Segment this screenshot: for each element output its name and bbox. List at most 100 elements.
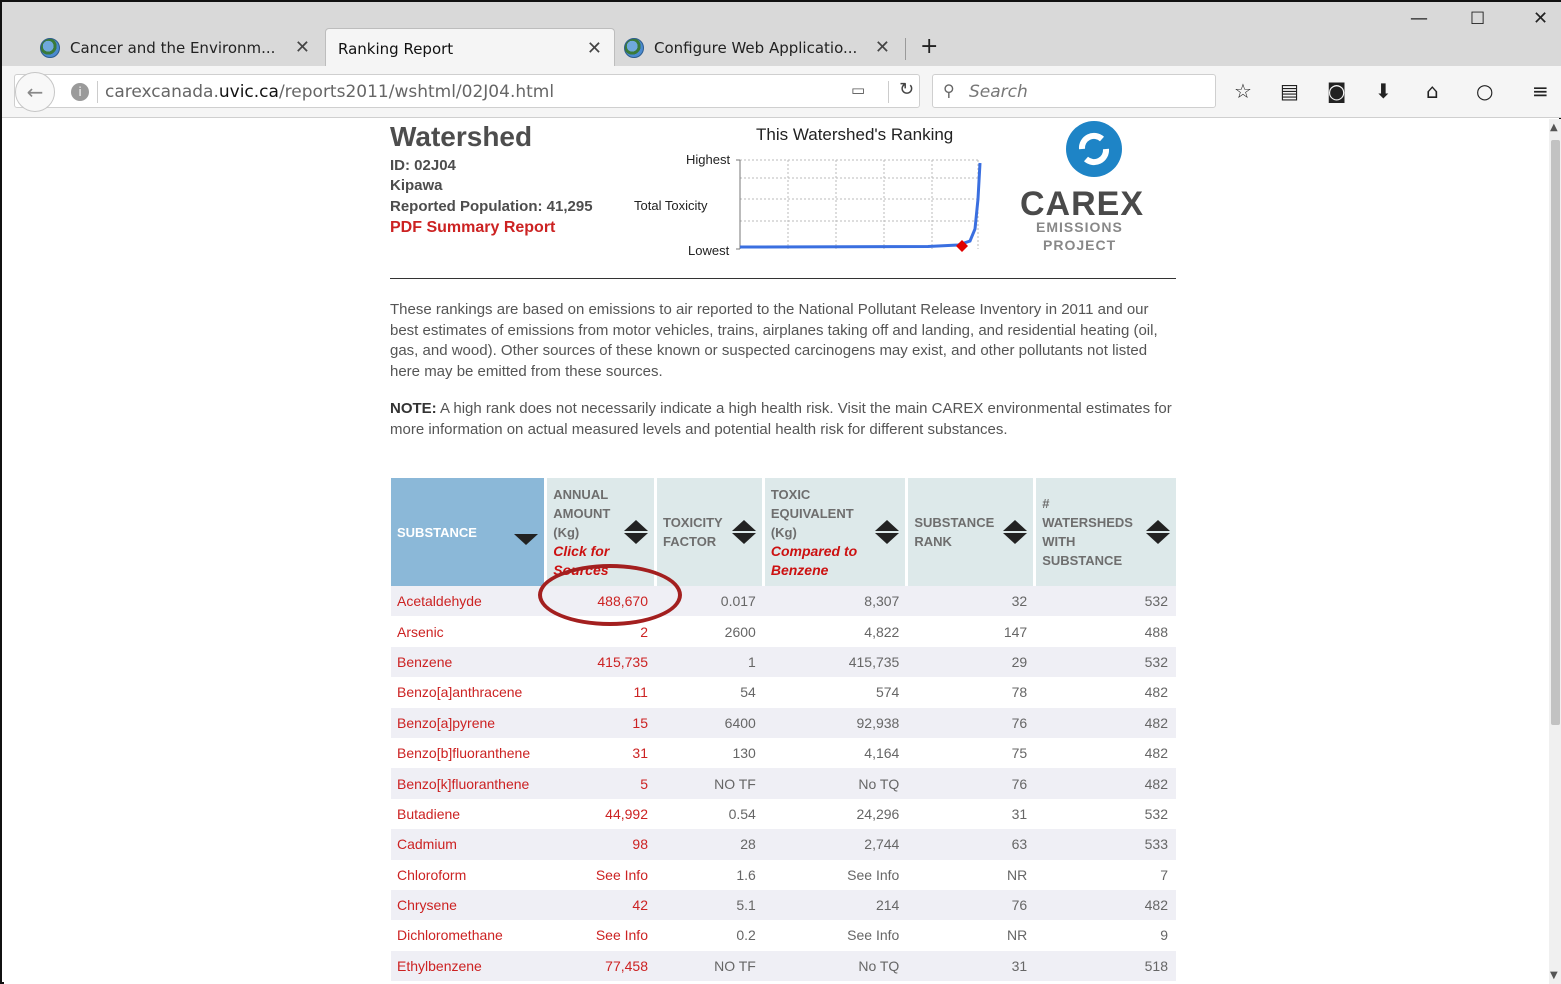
bookmarks-library-icon[interactable]: ▤ (1280, 79, 1299, 103)
site-info-icon[interactable]: i (71, 83, 89, 101)
substance-rank-cell: NR (1006, 927, 1028, 944)
reload-icon[interactable]: ↻ (899, 79, 914, 100)
ranking-plot (736, 159, 982, 252)
substance-link[interactable]: Benzo[a]pyrene (391, 707, 546, 738)
toxicity-factor-cell: 1 (655, 646, 764, 678)
sort-toggle-icon[interactable] (1003, 520, 1028, 544)
tab-title: Ranking Report (338, 39, 454, 58)
tab-ranking-report[interactable]: Ranking Report ✕ (325, 28, 615, 68)
intro-paragraph: These rankings are based on emissions to… (390, 301, 1158, 380)
col-toxicity-factor[interactable]: TOXICITY FACTOR (655, 478, 765, 586)
carex-emblem-icon (1066, 121, 1122, 177)
toxic-equivalent-cell: 2,744 (763, 829, 907, 860)
annual-amount-link[interactable]: 98 (545, 829, 656, 860)
substance-link[interactable]: Benzo[a]anthracene (391, 677, 546, 707)
substance-rank-cell: 76 (906, 768, 1035, 799)
watersheds-count-cell: 482 (1144, 684, 1168, 701)
annual-amount-link[interactable]: See Info (546, 860, 656, 890)
table-row: Benzo[a]anthracene 11 54 574 78 482 (391, 677, 1176, 707)
search-bar[interactable]: ⚲ Search (932, 74, 1216, 108)
sort-toggle-icon[interactable] (731, 520, 756, 544)
plot-grid (740, 159, 979, 249)
toxic-equivalent-cell: 24,296 (856, 805, 900, 822)
annual-amount-link[interactable]: 15 (545, 707, 656, 738)
address-bar[interactable]: ← i carexcanada.uvic.ca/reports2011/wsht… (14, 72, 920, 112)
substance-link[interactable]: Cadmium (391, 829, 546, 860)
downloads-icon[interactable]: ⬇ (1375, 79, 1392, 103)
sort-toggle-icon[interactable] (623, 520, 648, 544)
annual-amount-link[interactable]: 5 (545, 768, 656, 799)
globe-icon (40, 38, 60, 58)
substance-link[interactable]: Benzene (391, 646, 546, 678)
tab-cancer-environment[interactable]: Cancer and the Environm... ✕ (40, 28, 322, 68)
substance-rank-cell: 76 (906, 707, 1035, 738)
window-close-icon[interactable]: ✕ (1533, 8, 1548, 29)
substance-link[interactable]: Chrysene (391, 889, 546, 921)
click-for-sources-link[interactable]: Click for Sources (553, 542, 620, 580)
sort-toggle-icon[interactable] (1145, 520, 1170, 544)
home-icon[interactable]: ⌂ (1426, 79, 1439, 103)
toxic-equivalent-cell: 4,822 (864, 623, 900, 640)
annual-amount-link[interactable]: 415,735 (545, 646, 656, 678)
substance-link[interactable]: Arsenic (391, 616, 546, 646)
menu-icon[interactable]: ≡ (1532, 79, 1549, 103)
table-row: Benzene 415,735 1 415,735 29 532 (391, 646, 1176, 678)
substance-link[interactable]: Acetaldehyde (391, 586, 546, 617)
url-domain: uvic.ca (218, 82, 279, 102)
substance-rank-cell: NR (1006, 866, 1028, 883)
substance-rank-cell: 63 (906, 829, 1035, 860)
new-tab-icon[interactable]: + (920, 34, 938, 59)
annual-amount-link[interactable]: See Info (546, 920, 656, 950)
col-annual-amount[interactable]: ANNUAL AMOUNT (Kg) Click for Sources (545, 478, 657, 586)
table-row: Benzo[a]pyrene 15 6400 92,938 76 482 (391, 707, 1176, 738)
maximize-icon[interactable]: ☐ (1470, 9, 1485, 29)
col-rank-label: SUBSTANCE RANK (914, 515, 995, 549)
toxic-equivalent-cell: See Info (847, 866, 900, 883)
scroll-up-arrow-icon[interactable]: ▲ (1550, 122, 1558, 133)
substance-link[interactable]: Benzo[k]fluoranthene (391, 768, 546, 799)
substance-link[interactable]: Chloroform (391, 860, 546, 890)
sort-toggle-icon[interactable] (875, 520, 900, 544)
col-watersheds-label: # WATERSHEDS WITH SUBSTANCE (1042, 496, 1133, 568)
substance-rank-cell: 78 (1011, 684, 1028, 701)
col-toxic-equivalent[interactable]: TOXIC EQUIVALENT (Kg) Compared to Benzene (763, 478, 909, 586)
annual-amount-link[interactable]: 488,670 (545, 586, 656, 617)
annual-amount-link[interactable]: 11 (546, 677, 656, 707)
table-row: Arsenic 2 2600 4,822 147 488 (391, 616, 1176, 646)
close-tab-icon[interactable]: ✕ (875, 37, 890, 58)
search-icon: ⚲ (943, 81, 955, 100)
annual-amount-link[interactable]: 44,992 (546, 799, 656, 829)
tab-configure-web-app[interactable]: Configure Web Applicatio... ✕ (624, 28, 902, 68)
pocket-icon[interactable]: ◙ (1327, 79, 1346, 103)
substance-link[interactable]: Dichloromethane (391, 920, 546, 950)
col-substance[interactable]: SUBSTANCE (391, 478, 548, 586)
annual-amount-link[interactable]: 2 (546, 616, 656, 646)
sort-desc-icon[interactable] (514, 533, 539, 545)
close-tab-icon[interactable]: ✕ (295, 37, 310, 58)
population-label: Reported Population: 41,295 (390, 198, 593, 215)
substance-link[interactable]: Benzo[b]fluoranthene (391, 738, 546, 768)
col-watersheds[interactable]: # WATERSHEDS WITH SUBSTANCE (1034, 478, 1176, 586)
substance-link[interactable]: Ethylbenzene (391, 950, 546, 982)
back-arrow-icon[interactable]: ← (15, 72, 55, 112)
close-tab-icon[interactable]: ✕ (587, 38, 602, 59)
bookmark-star-icon[interactable]: ☆ (1234, 79, 1252, 103)
col-amount-label: ANNUAL AMOUNT (Kg) (553, 486, 611, 540)
url-divider (97, 81, 98, 103)
annual-amount-link[interactable]: 77,458 (545, 950, 656, 982)
minimize-icon[interactable]: — (1410, 8, 1428, 29)
compared-to-benzene-label: Compared to Benzene (770, 542, 858, 578)
annual-amount-link[interactable]: 42 (545, 889, 656, 921)
annual-amount-link[interactable]: 31 (546, 738, 656, 768)
col-substance-rank[interactable]: SUBSTANCE RANK (906, 478, 1037, 586)
substance-link[interactable]: Butadiene (391, 799, 546, 829)
reader-view-icon[interactable]: ▭ (851, 81, 865, 99)
pdf-summary-link[interactable]: PDF Summary Report (390, 219, 555, 237)
chat-icon[interactable]: ○ (1476, 79, 1493, 103)
scrollbar-thumb[interactable] (1551, 140, 1560, 725)
url-text[interactable]: carexcanada.uvic.ca/reports2011/wshtml/0… (105, 82, 554, 102)
scroll-down-arrow-icon[interactable]: ▼ (1550, 970, 1558, 981)
carex-logo: CAREX EMISSIONS PROJECT (1018, 121, 1148, 261)
toxicity-factor-cell: 2600 (724, 623, 756, 640)
col-teq-label: TOXIC EQUIVALENT (Kg) (770, 486, 854, 540)
